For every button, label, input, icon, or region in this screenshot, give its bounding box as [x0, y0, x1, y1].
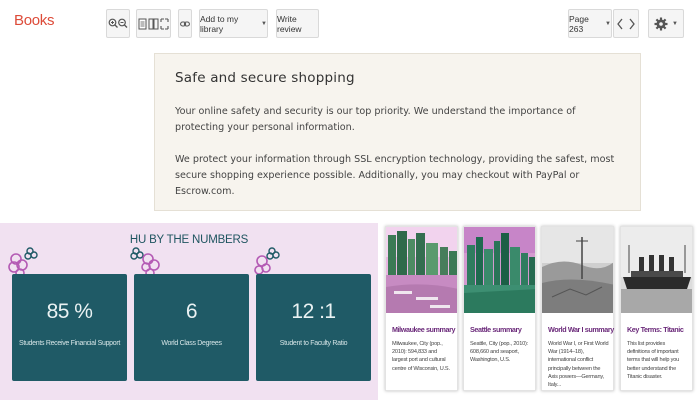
article-title[interactable]: Key Terms: Titanic: [627, 325, 684, 334]
add-to-library-label: Add to my library: [200, 13, 239, 34]
view-mode-icon: [138, 17, 169, 30]
article-desc: World War I, or First World War (1914–18…: [548, 341, 609, 389]
article-desc: This list provides definitions of import…: [627, 341, 680, 380]
article-desc: Milwaukee, City (pop., 2010): 594,833 an…: [392, 341, 450, 372]
stat-value: 12 :1: [291, 300, 336, 323]
page-selector[interactable]: Page 263 ▼: [568, 9, 612, 38]
notice-title: Safe and secure shopping: [175, 70, 355, 86]
link-button[interactable]: [178, 9, 192, 38]
prev-next-icon: [617, 18, 635, 29]
article-card-titanic[interactable]: Key Terms: Titanic This list provides de…: [620, 226, 693, 391]
settings-button[interactable]: ▼: [648, 9, 684, 38]
view-mode-buttons[interactable]: [136, 9, 171, 38]
stats-heading: HU BY THE NUMBERS: [129, 234, 249, 246]
zoom-icon: [108, 18, 128, 28]
write-review-button[interactable]: Write review: [276, 9, 319, 38]
titanic-image: [621, 227, 692, 313]
chevron-down-icon: ▼: [261, 20, 267, 27]
stat-value: 6: [185, 300, 198, 323]
stat-label: Students Receive Financial Support: [18, 340, 121, 347]
seattle-image: [464, 227, 535, 313]
milwaukee-image: [386, 227, 457, 313]
article-card-seattle[interactable]: Seattle summary Seattle, City (pop., 201…: [463, 226, 536, 391]
safe-shopping-notice: Safe and secure shopping Your online saf…: [154, 53, 641, 211]
chevron-down-icon: ▼: [672, 20, 678, 27]
hu-by-the-numbers-section: HU BY THE NUMBERS 85 % Students Receive …: [0, 223, 378, 400]
notice-paragraph-1: Your online safety and security is our t…: [175, 106, 576, 133]
stat-card-degrees: 6 World Class Degrees: [134, 274, 249, 381]
stat-card-faculty-ratio: 12 :1 Student to Faculty Ratio: [256, 274, 371, 381]
stat-label: Student to Faculty Ratio: [279, 340, 348, 347]
article-title[interactable]: Seattle summary: [470, 325, 522, 334]
stat-label: World Class Degrees: [161, 340, 222, 347]
stat-value: 85 %: [46, 300, 93, 323]
page-nav-buttons[interactable]: [613, 9, 639, 38]
article-title[interactable]: World War I summary: [548, 325, 614, 334]
stat-card-financial-support: 85 % Students Receive Financial Support: [12, 274, 127, 381]
world-war-image: [542, 227, 613, 313]
article-card-milwaukee[interactable]: Milwaukee summary Milwaukee, City (pop.,…: [385, 226, 458, 391]
link-icon: [180, 20, 190, 27]
chevron-down-icon: ▼: [605, 20, 611, 27]
zoom-buttons[interactable]: [106, 9, 130, 38]
notice-paragraph-2: We protect your information through SSL …: [175, 154, 615, 197]
article-desc: Seattle, City (pop., 2010): 608,660 and …: [470, 341, 529, 364]
article-card-world-war-i[interactable]: World War I summary World War I, or Firs…: [541, 226, 614, 391]
article-title[interactable]: Milwaukee summary: [392, 325, 456, 334]
gear-icon: [654, 17, 668, 30]
page-label: Page 263: [569, 13, 589, 34]
books-logo[interactable]: Books: [14, 12, 55, 29]
write-review-label: Write review: [277, 13, 302, 34]
add-to-library-button[interactable]: Add to my library ▼: [199, 9, 268, 38]
